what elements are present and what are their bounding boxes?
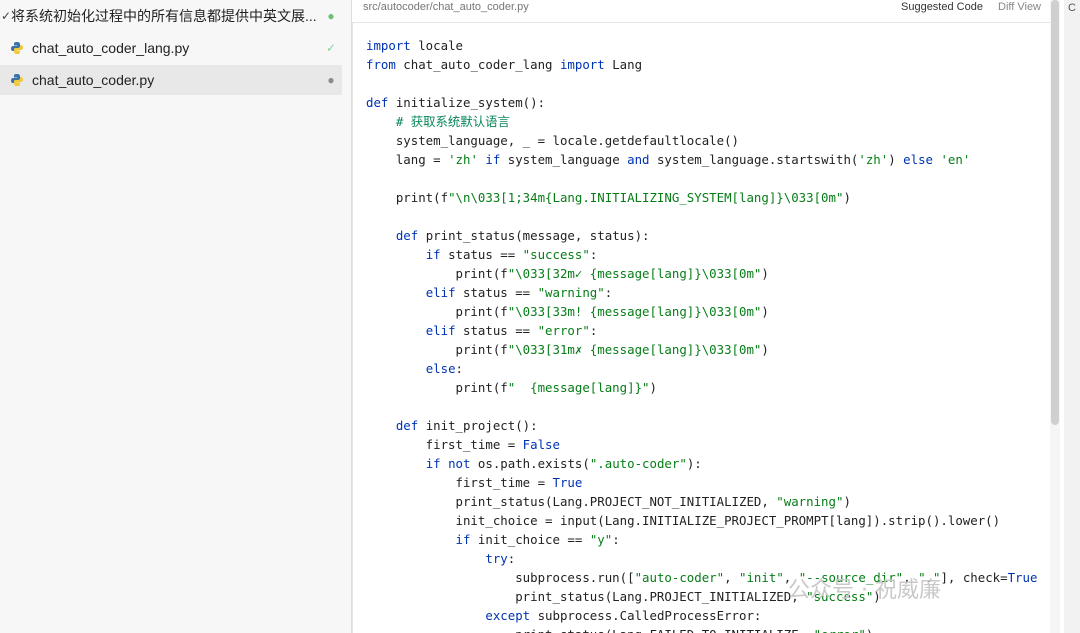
file-sidebar: ✓ 将系统初始化过程中的所有信息都提供中英文展... ● chat_auto_c…: [0, 0, 352, 633]
file-path: src/autocoder/chat_auto_coder.py: [363, 1, 529, 13]
code-line: init_choice = input(Lang.INITIALIZE_PROJ…: [366, 513, 1001, 528]
check-icon: ✓: [1, 9, 12, 23]
code-line: print(f" {message[lang]}"): [366, 380, 657, 395]
code-area[interactable]: import locale from chat_auto_coder_lang i…: [352, 22, 1050, 633]
code-line: elif status == "warning":: [425, 285, 613, 300]
code-line: try:: [485, 551, 516, 566]
file-row-label: 将系统初始化过程中的所有信息都提供中英文展...: [11, 8, 317, 24]
code-line: else:: [425, 361, 463, 376]
code-line: elif status == "error":: [425, 323, 598, 338]
editor-scrollbar[interactable]: [1050, 0, 1060, 633]
python-icon: [11, 74, 23, 86]
code-line: def init_project():: [395, 418, 538, 433]
file-row-task[interactable]: ✓ 将系统初始化过程中的所有信息都提供中英文展... ●: [0, 1, 342, 31]
file-row-chat-auto-coder[interactable]: chat_auto_coder.py ●: [0, 65, 342, 95]
modified-dot-icon: ●: [327, 73, 335, 87]
status-dot-icon: ●: [327, 9, 335, 23]
code-line: first_time = True: [366, 475, 583, 490]
right-panel-strip: C: [1064, 0, 1080, 633]
file-row-label: chat_auto_coder_lang.py: [32, 40, 190, 56]
code-line: print(f"\n\033[1;34m{Lang.INITIALIZING_S…: [366, 190, 851, 205]
code-line: print(f"\033[32m✓ {message[lang]}\033[0m…: [366, 266, 769, 281]
editor-header: src/autocoder/chat_auto_coder.py Suggest…: [352, 0, 1052, 16]
code-line: system_language, _ = locale.getdefaultlo…: [366, 133, 739, 148]
code-line: print(f"\033[31m✗ {message[lang]}\033[0m…: [366, 342, 769, 357]
code-line: except subprocess.CalledProcessError:: [485, 608, 762, 623]
watermark-text: 公众号 · 祝威廉: [788, 578, 941, 603]
suggested-code-tab[interactable]: Suggested Code: [901, 1, 983, 13]
right-strip-letter: C: [1068, 2, 1076, 14]
file-row-chat-auto-coder-lang[interactable]: chat_auto_coder_lang.py ✓: [0, 33, 342, 63]
code-content: import locale from chat_auto_coder_lang i…: [366, 36, 1037, 633]
scrollbar-thumb[interactable]: [1051, 0, 1059, 425]
python-icon: [11, 42, 23, 54]
code-line: if not os.path.exists(".auto-coder"):: [425, 456, 702, 471]
code-line: # 获取系统默认语言: [366, 114, 510, 129]
check-icon: ✓: [325, 41, 337, 55]
code-editor: src/autocoder/chat_auto_coder.py Suggest…: [352, 0, 1080, 633]
code-line: first_time = False: [366, 437, 560, 452]
code-line: from chat_auto_coder_lang import Lang: [366, 57, 643, 72]
code-line: def print_status(message, status):: [395, 228, 650, 243]
file-row-label: chat_auto_coder.py: [32, 72, 155, 88]
code-line: if status == "success":: [425, 247, 598, 262]
code-line: print_status(Lang.FAILED_TO_INITIALIZE, …: [366, 625, 1037, 633]
code-line: lang = 'zh' if system_language and syste…: [366, 152, 971, 167]
code-line: print_status(Lang.PROJECT_NOT_INITIALIZE…: [366, 494, 851, 509]
code-line: def initialize_system():: [366, 95, 546, 110]
code-line: import locale: [366, 38, 463, 53]
code-line: if init_choice == "y":: [455, 532, 620, 547]
diff-view-tab[interactable]: Diff View: [998, 1, 1041, 13]
code-line: print(f"\033[33m! {message[lang]}\033[0m…: [366, 304, 769, 319]
